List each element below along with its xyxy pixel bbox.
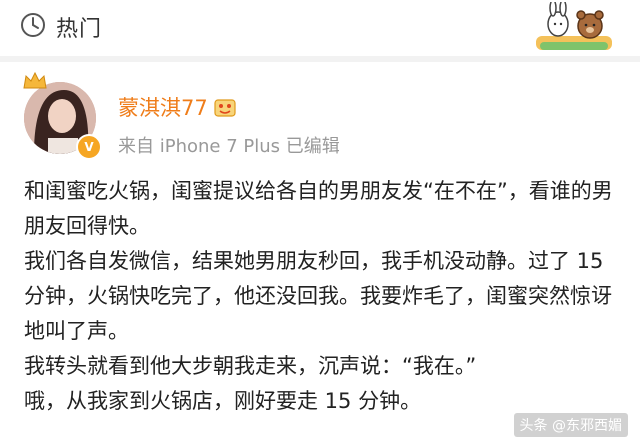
watermark: 头条 @东邪西媚 bbox=[513, 413, 628, 437]
username[interactable]: 蒙淇淇77 bbox=[118, 92, 208, 122]
verified-v-icon: V bbox=[76, 134, 102, 160]
level-badge-icon bbox=[214, 99, 236, 117]
post-paragraph: 和闺蜜吃火锅，闺蜜提议给各自的男朋友发“在不在”，看谁的男朋友回得快。 bbox=[24, 179, 613, 238]
top-bar: 热门 bbox=[0, 0, 640, 54]
crown-icon bbox=[23, 71, 47, 89]
bunny-bear-sticker bbox=[536, 2, 612, 50]
post-paragraph: 我们各自发微信，结果她男朋友秒回，我手机没动静。过了 15 分钟，火锅快吃完了，… bbox=[24, 249, 612, 343]
post-paragraph: 我转头就看到他大步朝我走来，沉声说：“我在。” bbox=[24, 354, 477, 378]
weibo-post: V 蒙淇淇77 来自 iPhone 7 Plus 已编辑 和闺蜜吃火锅，闺蜜提议… bbox=[0, 62, 640, 443]
post-source: 来自 iPhone 7 Plus 已编辑 bbox=[118, 136, 340, 157]
username-row: 蒙淇淇77 bbox=[118, 92, 236, 122]
hot-tab-label[interactable]: 热门 bbox=[56, 11, 102, 43]
post-body: 和闺蜜吃火锅，闺蜜提议给各自的男朋友发“在不在”，看谁的男朋友回得快。 我们各自… bbox=[24, 174, 624, 419]
hot-topic-icon[interactable] bbox=[20, 12, 46, 38]
